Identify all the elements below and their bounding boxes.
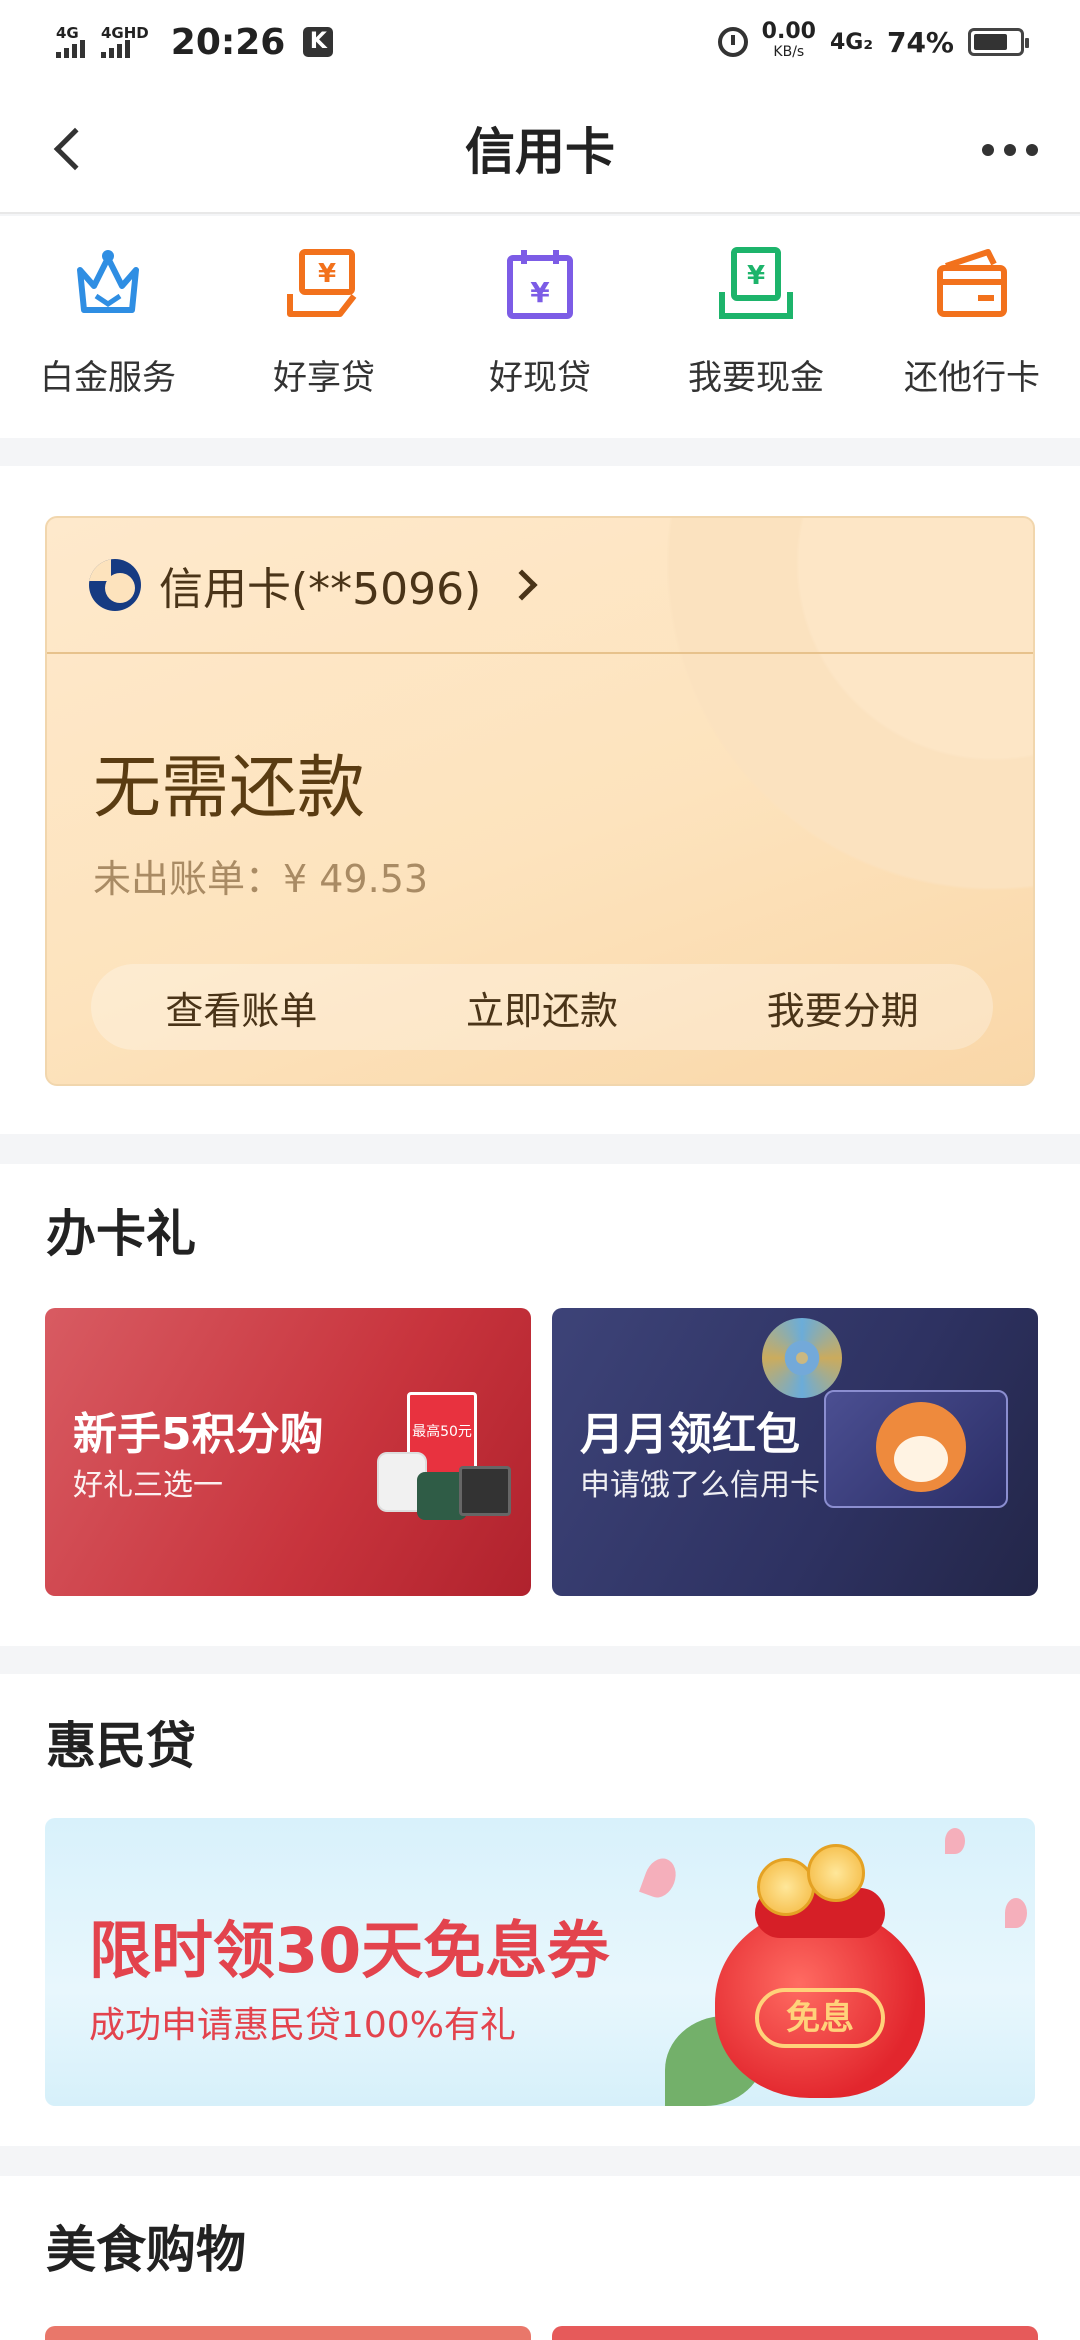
oven-image <box>459 1466 511 1516</box>
dot-icon <box>1026 144 1038 156</box>
signal-4ghd-icon: 4GHD <box>101 26 149 58</box>
quick-action-cash[interactable]: ¥ 我要现金 <box>648 216 864 438</box>
petal-image <box>1005 1898 1027 1928</box>
network-label-2: 4GHD <box>101 24 149 42</box>
credit-card-panel: 信用卡(**5096) 无需还款 未出账单：¥ 49.53 查看账单 立即还款 … <box>45 516 1035 1086</box>
view-bill-button[interactable]: 查看账单 <box>91 964 392 1050</box>
svg-text:¥: ¥ <box>747 261 765 291</box>
battery-icon <box>968 28 1029 56</box>
firework-image <box>762 1318 842 1398</box>
repayment-status: 无需还款 <box>93 749 366 828</box>
loan-section: 惠民贷 限时领30天免息券 成功申请惠民贷100%有礼 免息 <box>0 1674 1080 2146</box>
promo-title: 新手5积分购 <box>73 1409 324 1460</box>
loan-banner-title: 限时领30天免息券 <box>89 1914 610 1987</box>
dot-icon <box>1004 144 1016 156</box>
quick-actions: 白金服务 ¥ 好享贷 ¥ 好现贷 ¥ 我要现金 还他行卡 <box>0 216 1080 438</box>
quick-action-label: 白金服务 <box>40 358 176 398</box>
shiba-credit-card-image <box>824 1390 1008 1508</box>
back-button[interactable] <box>34 114 104 184</box>
svg-text:¥: ¥ <box>318 259 336 289</box>
promo-banner-red-packet[interactable]: 月月领红包 申请饿了么信用卡 <box>552 1308 1038 1596</box>
network-speed: 0.00 KB/s <box>761 19 816 62</box>
promo-subtitle: 好礼三选一 <box>73 1468 223 1503</box>
quick-action-label: 好享贷 <box>273 358 375 398</box>
status-right: 0.00 KB/s 4G₂ 74% <box>717 19 1029 62</box>
chevron-right-icon <box>506 569 538 601</box>
chevron-left-icon <box>53 127 97 171</box>
credit-card-actions: 查看账单 立即还款 我要分期 <box>91 964 993 1050</box>
page-title: 信用卡 <box>465 123 615 181</box>
shiba-dog-image <box>876 1402 966 1492</box>
credit-card-section: 信用卡(**5096) 无需还款 未出账单：¥ 49.53 查看账单 立即还款 … <box>0 466 1080 1134</box>
food-banner-right[interactable] <box>552 2326 1038 2340</box>
bank-logo-icon <box>89 559 141 611</box>
speed-value: 0.00 <box>761 19 816 44</box>
promo-title: 月月领红包 <box>580 1409 800 1460</box>
repay-now-button[interactable]: 立即还款 <box>392 964 693 1050</box>
appliance-products-image: 最高50元 <box>377 1392 511 1532</box>
section-title: 美食购物 <box>46 2221 246 2279</box>
alarm-icon <box>717 27 748 57</box>
installment-button[interactable]: 我要分期 <box>692 964 993 1050</box>
credit-card-name: 信用卡(**5096) <box>159 564 482 615</box>
speed-unit: KB/s <box>773 44 805 60</box>
coin-icon <box>757 1858 815 1916</box>
svg-text:¥: ¥ <box>530 276 550 309</box>
section-title: 办卡礼 <box>46 1205 196 1263</box>
card-gift-section: 办卡礼 新手5积分购 好礼三选一 最高50元 月月领红包 申请饿了么信用卡 <box>0 1164 1080 1646</box>
coin-icon <box>807 1844 865 1902</box>
yuan-cash-icon: ¥ <box>716 244 796 324</box>
signal-4g2-icon: 4G₂ <box>829 29 873 55</box>
network-label-1: 4G <box>56 24 79 42</box>
status-bar: 4G 4GHD 20:26 K 0.00 KB/s 4G₂ 74% <box>0 0 1080 84</box>
promo-subtitle: 申请饿了么信用卡 <box>580 1468 820 1503</box>
petal-image <box>639 1854 681 1902</box>
food-banner-left[interactable] <box>45 2326 531 2340</box>
quick-action-hao-xian-dai[interactable]: ¥ 好现贷 <box>432 216 648 438</box>
quick-action-label: 我要现金 <box>688 358 824 398</box>
yuan-calendar-icon: ¥ <box>500 244 580 324</box>
crown-icon <box>68 244 148 324</box>
k-app-icon: K <box>303 27 334 57</box>
battery-fill <box>974 34 1007 50</box>
clock: 20:26 <box>170 21 286 63</box>
dot-icon <box>982 144 994 156</box>
unbilled-amount: 未出账单：¥ 49.53 <box>93 857 429 901</box>
battery-percent: 74% <box>886 25 954 59</box>
signal-4g-icon: 4G <box>56 26 85 58</box>
card-icon <box>932 244 1012 324</box>
quick-action-hao-xiang-dai[interactable]: ¥ 好享贷 <box>216 216 432 438</box>
section-title: 惠民贷 <box>46 1717 196 1775</box>
quick-action-repay-other-card[interactable]: 还他行卡 <box>864 216 1080 438</box>
yuan-hand-icon: ¥ <box>284 244 364 324</box>
app-header: 信用卡 <box>0 84 1080 214</box>
quick-action-label: 好现贷 <box>489 358 591 398</box>
more-options-button[interactable] <box>970 120 1050 180</box>
credit-card-header[interactable]: 信用卡(**5096) <box>47 518 1033 654</box>
food-shopping-section: 美食购物 <box>0 2176 1080 2340</box>
interest-free-label: 免息 <box>755 1988 885 2048</box>
quick-action-platinum-service[interactable]: 白金服务 <box>0 216 216 438</box>
petal-image <box>945 1828 965 1854</box>
loan-banner-subtitle: 成功申请惠民贷100%有礼 <box>89 2005 516 2046</box>
loan-promo-banner[interactable]: 限时领30天免息券 成功申请惠民贷100%有礼 免息 <box>45 1818 1035 2106</box>
quick-action-label: 还他行卡 <box>904 358 1040 398</box>
promo-banner-points[interactable]: 新手5积分购 好礼三选一 最高50元 <box>45 1308 531 1596</box>
status-left: 4G 4GHD 20:26 K <box>56 21 334 63</box>
